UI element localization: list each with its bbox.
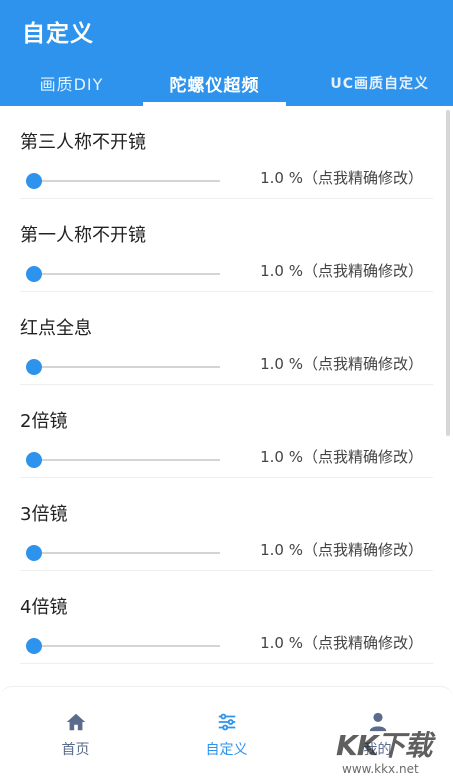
nav-home[interactable]: 首页: [0, 687, 151, 781]
app-header: 自定义 画质DIY 陀螺仪超频 UC画质自定义: [0, 0, 453, 106]
tab-bar: 画质DIY 陀螺仪超频 UC画质自定义: [0, 60, 453, 106]
value-unit: %: [288, 634, 303, 652]
slider-track: [34, 459, 220, 461]
value-hint: （点我精确修改）: [302, 634, 423, 652]
value-number: 1.0: [260, 634, 284, 652]
value-hint: （点我精确修改）: [302, 541, 423, 559]
item-label: 4倍镜: [20, 597, 68, 618]
item-label: 2倍镜: [20, 411, 68, 432]
value-unit: %: [288, 541, 303, 559]
value-unit: %: [288, 448, 303, 466]
sensitivity-slider[interactable]: [26, 172, 220, 190]
item-label: 第三人称不开镜: [20, 132, 146, 153]
slider-track: [34, 552, 220, 554]
watermark: KK下载 www.kkx.net: [330, 724, 453, 781]
value-edit-button[interactable]: 1.0 %（点我精确修改）: [260, 260, 423, 281]
list-item: 2倍镜 1.0 %（点我精确修改）: [20, 385, 433, 478]
sensitivity-list: 第三人称不开镜 1.0 %（点我精确修改） 第一人称不开镜 1.0 %（点我精确…: [20, 106, 433, 664]
value-edit-button[interactable]: 1.0 %（点我精确修改）: [260, 167, 423, 188]
slider-thumb[interactable]: [26, 545, 42, 561]
list-item: 红点全息 1.0 %（点我精确修改）: [20, 292, 433, 385]
value-unit: %: [288, 262, 303, 280]
page-title: 自定义: [22, 21, 94, 47]
value-hint: （点我精确修改）: [302, 355, 423, 373]
item-label: 第一人称不开镜: [20, 225, 146, 246]
value-edit-button[interactable]: 1.0 %（点我精确修改）: [260, 539, 423, 560]
value-hint: （点我精确修改）: [302, 262, 423, 280]
tab-gyro-overclock[interactable]: 陀螺仪超频: [143, 60, 286, 106]
tab-uc-quality[interactable]: UC画质自定义: [286, 60, 453, 106]
sensitivity-slider[interactable]: [26, 544, 220, 562]
scrollbar[interactable]: [446, 110, 450, 436]
list-item: 4倍镜 1.0 %（点我精确修改）: [20, 571, 433, 664]
sensitivity-slider[interactable]: [26, 358, 220, 376]
list-item: 3倍镜 1.0 %（点我精确修改）: [20, 478, 433, 571]
nav-custom[interactable]: 自定义: [151, 687, 302, 781]
value-number: 1.0: [260, 262, 284, 280]
value-hint: （点我精确修改）: [302, 448, 423, 466]
tab-quality-diy[interactable]: 画质DIY: [0, 60, 143, 106]
value-unit: %: [288, 355, 303, 373]
sensitivity-slider[interactable]: [26, 451, 220, 469]
slider-track: [34, 366, 220, 368]
watermark-url: www.kkx.net: [342, 762, 419, 776]
slider-thumb[interactable]: [26, 173, 42, 189]
slider-thumb[interactable]: [26, 359, 42, 375]
nav-label: 首页: [61, 742, 90, 758]
slider-track: [34, 645, 220, 647]
item-label: 3倍镜: [20, 504, 68, 525]
value-number: 1.0: [260, 169, 284, 187]
slider-thumb[interactable]: [26, 266, 42, 282]
value-number: 1.0: [260, 541, 284, 559]
value-number: 1.0: [260, 355, 284, 373]
sensitivity-slider[interactable]: [26, 637, 220, 655]
slider-thumb[interactable]: [26, 452, 42, 468]
value-edit-button[interactable]: 1.0 %（点我精确修改）: [260, 446, 423, 467]
sliders-icon: [218, 713, 235, 731]
value-number: 1.0: [260, 448, 284, 466]
list-item: 第三人称不开镜 1.0 %（点我精确修改）: [20, 106, 433, 199]
watermark-logo: KK下载: [336, 729, 432, 762]
slider-track: [34, 273, 220, 275]
sensitivity-slider[interactable]: [26, 265, 220, 283]
value-edit-button[interactable]: 1.0 %（点我精确修改）: [260, 632, 423, 653]
slider-track: [34, 180, 220, 182]
item-label: 红点全息: [20, 318, 92, 339]
list-item: 第一人称不开镜 1.0 %（点我精确修改）: [20, 199, 433, 292]
home-icon: [66, 713, 85, 731]
value-edit-button[interactable]: 1.0 %（点我精确修改）: [260, 353, 423, 374]
value-unit: %: [288, 169, 303, 187]
value-hint: （点我精确修改）: [302, 169, 423, 187]
nav-label: 自定义: [205, 742, 248, 758]
slider-thumb[interactable]: [26, 638, 42, 654]
